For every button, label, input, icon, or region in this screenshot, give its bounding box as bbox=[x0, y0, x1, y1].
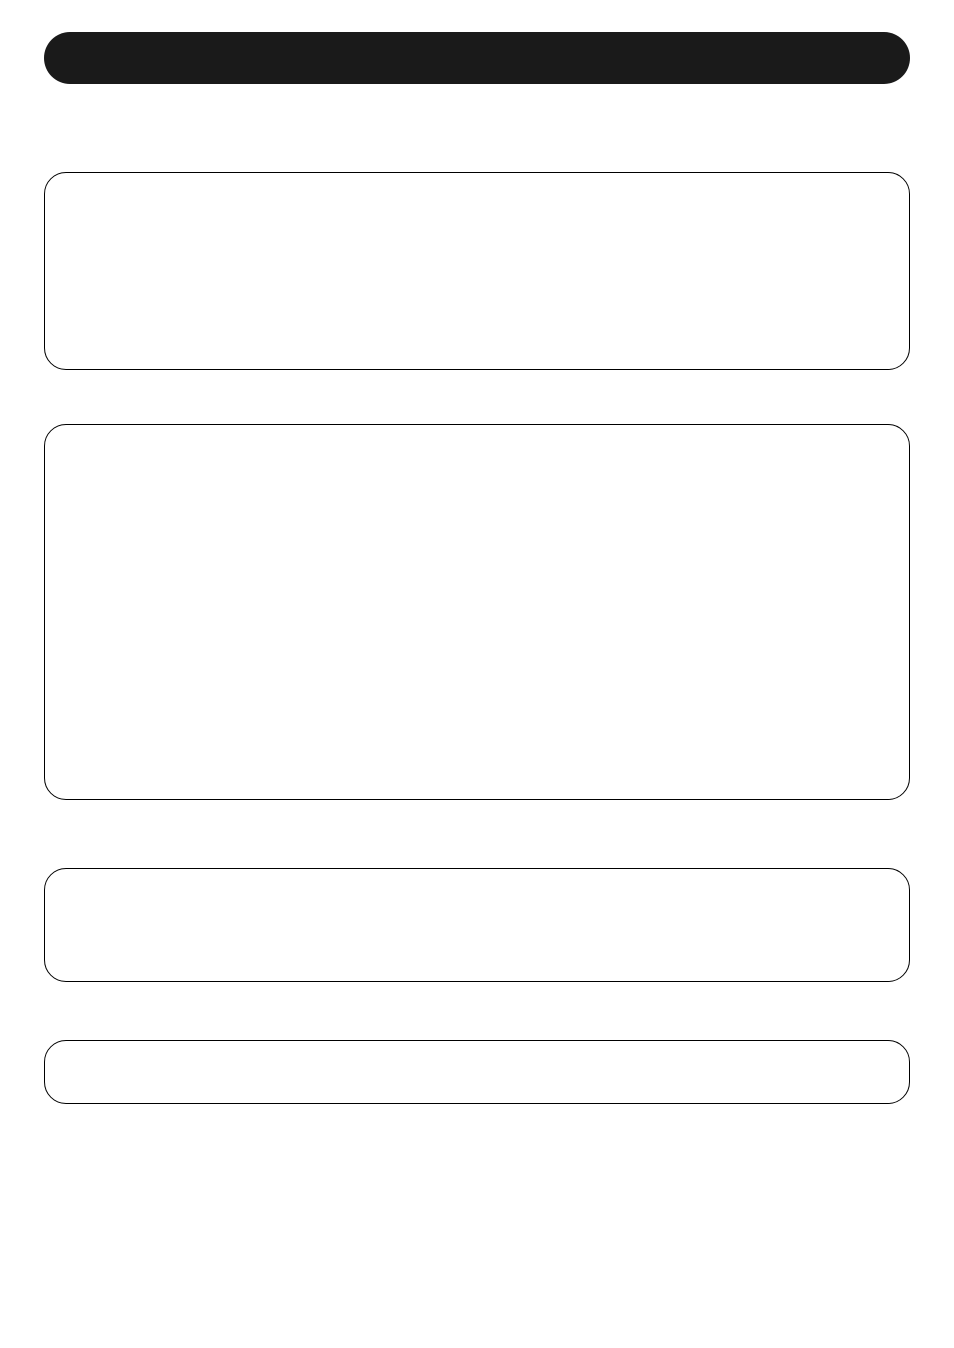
content-box-3 bbox=[44, 868, 910, 982]
spacer bbox=[44, 84, 910, 172]
spacer bbox=[44, 982, 910, 1040]
content-box-2 bbox=[44, 424, 910, 800]
spacer bbox=[44, 800, 910, 868]
header-bar bbox=[44, 32, 910, 84]
content-box-1 bbox=[44, 172, 910, 370]
spacer bbox=[44, 370, 910, 424]
content-box-4 bbox=[44, 1040, 910, 1104]
